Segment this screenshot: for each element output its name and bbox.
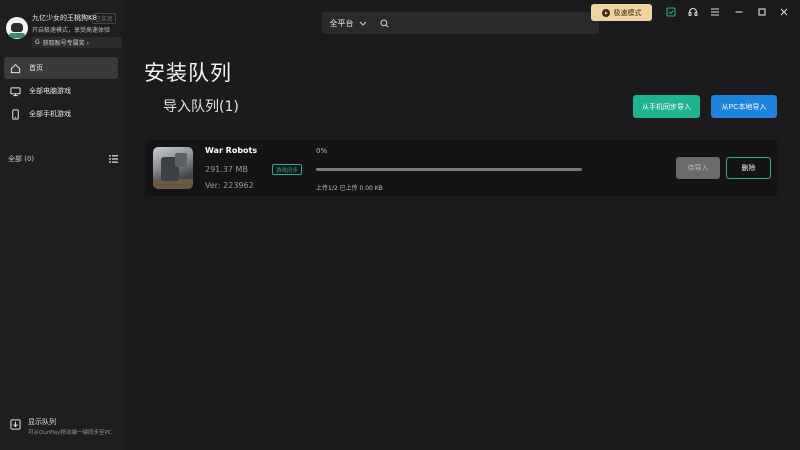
search-box[interactable] [374,12,599,34]
game-size: 291.37 MB [205,165,248,174]
play-icon [601,8,610,17]
avatar[interactable] [6,17,28,39]
monitor-icon [10,86,21,96]
task-check-button[interactable] [663,4,679,20]
speed-mode-label: 极速模式 [613,8,642,17]
minimize-icon [735,11,743,13]
maximize-icon [758,8,766,16]
import-queue-title: 导入队列(1) [163,99,239,115]
show-queue-button[interactable]: 显示队列 可从OurPlay移动端一键同步至PC [8,414,120,438]
menu-button[interactable] [707,4,723,20]
sidebar-item-label: 全部电脑游戏 [29,87,71,95]
show-queue-title: 显示队列 [28,418,56,426]
profile-description: 开启极速模式，享受高速体验 [32,27,111,34]
progress-percent: 0% [316,147,328,155]
maximize-button[interactable] [754,4,770,20]
home-icon [10,63,21,73]
support-button[interactable] [685,4,701,20]
pending-import-button[interactable]: 待导入 [676,157,720,179]
sidebar-item-pc-games[interactable]: 全部电脑游戏 [4,80,118,102]
speed-mode-button[interactable]: 极速模式 [591,4,652,21]
download-queue-icon [10,419,21,430]
task-check-icon [666,7,676,17]
close-button[interactable] [776,4,792,20]
show-queue-desc: 可从OurPlay移动端一键同步至PC [28,430,112,436]
verified-tag: 已实名 [92,13,117,24]
invite-label: 获取账号专属奖 › [42,40,89,47]
gift-icon: G [35,39,40,46]
sync-from-phone-button[interactable]: 从手机同步导入 [633,95,700,118]
platform-dropdown[interactable]: 全平台 [322,12,374,34]
user-profile[interactable]: 九亿少女的王桃狗K8 已实名 开启极速模式，享受高速体验 G 获取账号专属奖 › [6,12,122,52]
sidebar-item-home[interactable]: 首页 [4,57,118,79]
game-version: Ver: 223962 [205,181,254,190]
sidebar-nav: 首页 全部电脑游戏 全部手机游戏 [4,57,118,126]
sync-badge: 游戏同步 [272,164,303,175]
sidebar: 九亿少女的王桃狗K8 已实名 开启极速模式，享受高速体验 G 获取账号专属奖 ›… [0,0,122,450]
search-input[interactable] [395,18,585,28]
page-title: 安装队列 [144,61,232,85]
minimize-button[interactable] [731,4,747,20]
chevron-down-icon [359,21,366,26]
platform-label: 全平台 [329,18,354,28]
username: 九亿少女的王桃狗K8 [32,14,98,22]
sidebar-item-label: 全部手机游戏 [29,110,71,118]
upload-status: 上传1/2 已上传 0.00 KB [316,185,383,192]
progress-bar [316,168,582,171]
phone-icon [12,108,19,120]
queue-item: War Robots 291.37 MB 游戏同步 Ver: 223962 0%… [145,140,778,196]
search-icon [380,18,389,27]
headset-icon [688,7,698,17]
import-from-pc-button[interactable]: 从PC本地导入 [711,95,777,118]
delete-button[interactable]: 删除 [726,157,771,179]
filter-label: 全部 (0) [8,155,35,163]
top-bar: 全平台 极速模式 [122,0,800,40]
game-filter[interactable]: 全部 (0) [8,153,118,165]
invite-reward-button[interactable]: G 获取账号专属奖 › [32,37,122,48]
menu-icon [711,8,719,16]
game-thumbnail [153,147,193,189]
game-name: War Robots [205,146,258,155]
sidebar-item-label: 首页 [29,64,43,72]
close-icon [780,8,788,16]
sidebar-item-mobile-games[interactable]: 全部手机游戏 [4,103,118,125]
list-view-icon[interactable] [109,155,118,163]
